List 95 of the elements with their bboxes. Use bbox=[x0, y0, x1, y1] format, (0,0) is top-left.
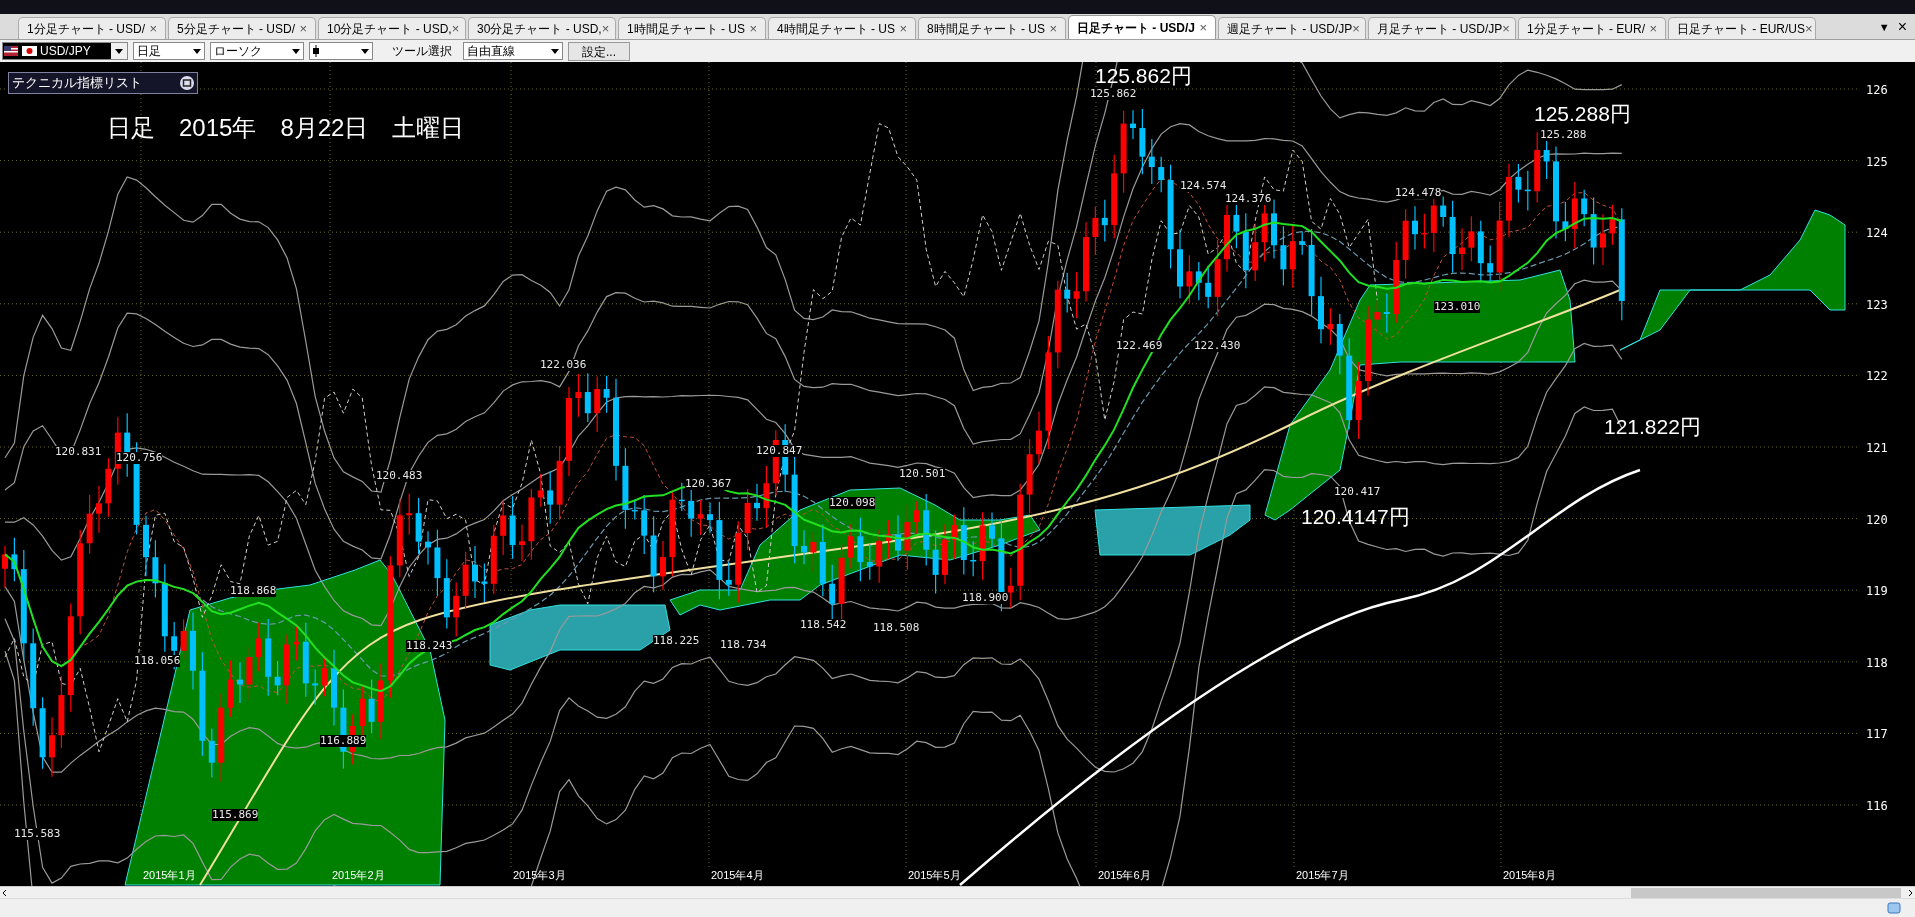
chart-tab[interactable]: 10分足チャート - USD,× bbox=[318, 17, 466, 39]
price-label: 115.869 bbox=[212, 809, 259, 821]
price-axis-label: 119 bbox=[1866, 583, 1888, 601]
tool-label: ツール選択 bbox=[392, 43, 452, 60]
chart-tab[interactable]: 月足チャート - USD/JP× bbox=[1368, 17, 1516, 39]
price-label: 124.376 bbox=[1225, 193, 1272, 205]
chart-tab[interactable]: 1分足チャート - USD/ × bbox=[18, 17, 166, 39]
close-icon[interactable]: × bbox=[1897, 19, 1907, 35]
price-label: 116.889 bbox=[320, 735, 367, 747]
close-icon[interactable]: × bbox=[1352, 18, 1360, 39]
month-axis-label: 2015年2月 bbox=[332, 868, 385, 883]
candlestick-icon bbox=[313, 45, 319, 57]
price-label: 118.900 bbox=[962, 592, 1009, 604]
price-label: 120.367 bbox=[685, 478, 732, 490]
chart-tab[interactable]: 週足チャート - USD/JP× bbox=[1218, 17, 1366, 39]
price-label: 120.756 bbox=[116, 452, 163, 464]
price-callout-label: 125.862円 bbox=[1095, 64, 1192, 88]
price-axis-label: 121 bbox=[1866, 440, 1888, 457]
candle-style-select[interactable] bbox=[309, 42, 373, 60]
indicator-list-panel[interactable]: テクニカル指標リスト bbox=[8, 72, 198, 94]
chart-tab[interactable]: 4時間足チャート - US × bbox=[768, 17, 916, 39]
close-icon[interactable]: × bbox=[749, 18, 757, 39]
chart-tab[interactable]: 8時間足チャート - US × bbox=[918, 17, 1066, 39]
price-label: 120.417 bbox=[1334, 486, 1381, 498]
price-axis-label: 124 bbox=[1866, 225, 1888, 243]
price-label: 118.508 bbox=[873, 622, 920, 634]
price-label: 125.862 bbox=[1090, 88, 1137, 100]
price-label: 124.574 bbox=[1180, 180, 1227, 192]
month-axis-label: 2015年5月 bbox=[908, 868, 961, 883]
price-label: 118.225 bbox=[653, 635, 700, 647]
price-label: 118.243 bbox=[406, 640, 453, 652]
price-label: 115.583 bbox=[14, 828, 61, 840]
price-label: 120.847 bbox=[756, 445, 803, 457]
price-callout-label: 120.4147円 bbox=[1301, 505, 1410, 529]
price-axis-label: 126 bbox=[1866, 82, 1888, 99]
price-axis-label: 120 bbox=[1866, 511, 1888, 529]
chart-tab[interactable]: 1時間足チャート - US × bbox=[618, 17, 766, 39]
symbol-select[interactable]: USD/JPY bbox=[2, 42, 128, 60]
price-axis-label: 118 bbox=[1866, 654, 1888, 672]
tab-list-dropdown[interactable]: ▼ bbox=[1878, 18, 1890, 36]
price-label: 120.098 bbox=[829, 497, 876, 509]
close-icon[interactable]: × bbox=[299, 18, 307, 39]
price-axis-label: 123 bbox=[1866, 296, 1888, 314]
period-select[interactable]: 日足 bbox=[133, 42, 205, 60]
drawing-tool-select[interactable]: 自由直線 bbox=[463, 42, 563, 60]
price-axis-label: 116 bbox=[1866, 798, 1888, 815]
flag-icon bbox=[4, 45, 38, 57]
price-label: 118.056 bbox=[134, 655, 181, 667]
caret-icon bbox=[292, 48, 300, 54]
restore-icon[interactable] bbox=[180, 76, 194, 90]
month-axis-label: 2015年1月 bbox=[143, 868, 196, 883]
close-icon[interactable]: × bbox=[451, 18, 460, 39]
close-icon[interactable]: × bbox=[1649, 18, 1657, 39]
settings-button[interactable]: 設定... bbox=[568, 41, 630, 61]
price-axis-label: 117 bbox=[1866, 726, 1888, 744]
price-label: 124.478 bbox=[1395, 187, 1442, 199]
month-axis-label: 2015年3月 bbox=[513, 868, 566, 883]
price-label: 118.542 bbox=[800, 619, 847, 631]
price-callout-label: 121.822円 bbox=[1604, 415, 1701, 439]
chart-tab[interactable]: 日足チャート - EUR/US× bbox=[1668, 17, 1816, 39]
month-axis-label: 2015年6月 bbox=[1098, 868, 1151, 883]
price-label: 122.036 bbox=[540, 359, 587, 371]
price-label: 118.734 bbox=[720, 639, 767, 651]
close-icon[interactable]: × bbox=[1049, 18, 1057, 39]
chart-tab[interactable]: 30分足チャート - USD,× bbox=[468, 17, 616, 39]
price-label: 120.483 bbox=[376, 470, 423, 482]
price-label: 122.430 bbox=[1194, 340, 1241, 352]
price-label: 125.288 bbox=[1540, 129, 1587, 141]
caret-icon bbox=[551, 48, 559, 54]
close-icon[interactable]: × bbox=[1805, 18, 1813, 39]
month-axis-label: 2015年8月 bbox=[1503, 868, 1556, 883]
price-label: 122.469 bbox=[1116, 340, 1163, 352]
chart-tab[interactable]: 日足チャート - USD/J × bbox=[1068, 15, 1216, 39]
chart-tab[interactable]: 5分足チャート - USD/ × bbox=[168, 17, 316, 39]
price-callout-label: 125.288円 bbox=[1534, 102, 1631, 126]
chart-type-select[interactable]: ローソク bbox=[210, 42, 304, 60]
price-label: 118.868 bbox=[230, 585, 277, 597]
price-axis-label: 122 bbox=[1866, 368, 1888, 386]
close-icon[interactable]: × bbox=[1199, 17, 1207, 38]
close-icon[interactable]: × bbox=[149, 18, 157, 39]
caret-icon bbox=[115, 48, 123, 54]
date-heading: 日足 2015年 8月22日 土曜日 bbox=[107, 113, 465, 143]
price-axis-label: 125 bbox=[1866, 153, 1888, 171]
chart-tab[interactable]: 1分足チャート - EUR/ × bbox=[1518, 17, 1666, 39]
month-axis-label: 2015年7月 bbox=[1296, 868, 1349, 883]
price-label: 123.010 bbox=[1434, 301, 1481, 313]
scrollbar-thumb[interactable] bbox=[1631, 888, 1901, 898]
close-icon[interactable]: × bbox=[899, 18, 907, 39]
month-axis-label: 2015年4月 bbox=[711, 868, 764, 883]
price-label: 120.831 bbox=[55, 446, 102, 458]
caret-icon bbox=[193, 48, 201, 54]
close-icon[interactable]: × bbox=[601, 18, 610, 39]
caret-icon bbox=[361, 48, 369, 54]
price-label: 120.501 bbox=[899, 468, 946, 480]
close-icon[interactable]: × bbox=[1502, 18, 1510, 39]
